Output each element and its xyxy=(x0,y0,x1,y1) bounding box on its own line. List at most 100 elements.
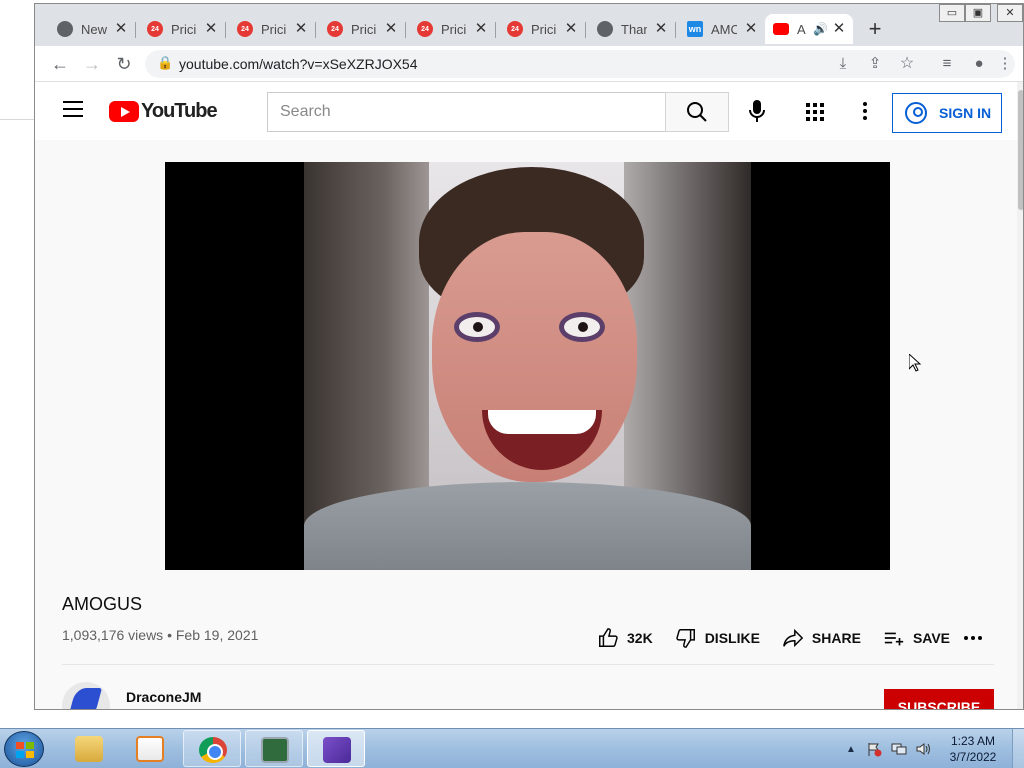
close-icon[interactable]: ✕ xyxy=(113,21,129,37)
tab-separator xyxy=(585,22,586,38)
start-button[interactable] xyxy=(4,731,44,767)
tab-label: New xyxy=(81,21,107,37)
chrome-icon xyxy=(57,21,73,37)
youtube-logo[interactable]: YouTube xyxy=(109,100,218,122)
close-icon[interactable]: ✕ xyxy=(653,21,669,37)
desktop-window-edge xyxy=(0,119,35,120)
reading-list-icon[interactable]: ≡ xyxy=(935,52,959,76)
show-desktop-button[interactable] xyxy=(1012,729,1024,768)
search-button[interactable] xyxy=(665,92,729,132)
youtube-play-icon xyxy=(109,100,139,122)
volume-icon[interactable] xyxy=(915,741,931,757)
show-hidden-icons-icon[interactable]: ▲ xyxy=(846,744,856,755)
minimize-button[interactable]: ▭ xyxy=(939,4,965,22)
speaker-icon[interactable]: 🔊 xyxy=(813,22,828,36)
chrome-icon xyxy=(199,737,227,763)
save-button[interactable]: SAVE xyxy=(883,627,950,649)
new-tab-button[interactable]: + xyxy=(863,17,887,41)
taskbar-visual-studio-installer[interactable] xyxy=(307,730,365,767)
taskbar-media-player[interactable] xyxy=(121,730,179,767)
search-field xyxy=(267,92,666,132)
taskbar-chrome[interactable] xyxy=(183,730,241,767)
install-app-icon[interactable]: ⤓ xyxy=(831,52,855,76)
tab-pricing-1[interactable]: 24 Pricir ✕ xyxy=(139,14,225,44)
subscribe-button[interactable]: SUBSCRIBE xyxy=(884,689,994,709)
red-24-icon: 24 xyxy=(417,21,433,37)
info-divider xyxy=(62,664,994,665)
video-player[interactable] xyxy=(165,162,890,570)
tab-pricing-2[interactable]: 24 Pricir ✕ xyxy=(229,14,315,44)
taskbar: ▲ 1:23 AM 3/7/2022 xyxy=(0,728,1024,768)
globe-icon xyxy=(597,21,613,37)
tab-pricing-5[interactable]: 24 Pricir ✕ xyxy=(499,14,585,44)
tab-label: Pricir xyxy=(441,21,467,37)
lock-icon: 🔒 xyxy=(157,55,174,70)
tab-pricing-4[interactable]: 24 Pricir ✕ xyxy=(409,14,495,44)
red-24-icon: 24 xyxy=(147,21,163,37)
close-icon[interactable]: ✕ xyxy=(203,21,219,37)
tab-separator xyxy=(135,22,136,38)
tab-label: Pricir xyxy=(351,21,377,37)
forward-icon[interactable]: → xyxy=(80,52,104,76)
tab-separator xyxy=(315,22,316,38)
close-icon[interactable]: ✕ xyxy=(383,21,399,37)
dislike-button[interactable]: DISLIKE xyxy=(675,627,760,649)
video-left-eye xyxy=(454,312,500,342)
view-count: 1,093,176 views xyxy=(62,627,164,643)
like-button[interactable]: 32K xyxy=(597,627,653,649)
microphone-icon[interactable] xyxy=(745,98,769,126)
red-24-icon: 24 xyxy=(327,21,343,37)
back-icon[interactable]: ← xyxy=(48,52,72,76)
profile-icon[interactable]: ● xyxy=(967,52,991,76)
tab-thanks[interactable]: Than ✕ xyxy=(589,14,675,44)
close-icon[interactable]: ✕ xyxy=(563,21,579,37)
share-button[interactable]: SHARE xyxy=(782,627,861,649)
apps-grid-icon[interactable] xyxy=(806,103,824,121)
wn-icon: wn xyxy=(687,21,703,37)
tab-separator xyxy=(225,22,226,38)
taskbar-task-manager[interactable] xyxy=(245,730,303,767)
playlist-add-icon xyxy=(884,632,904,646)
close-icon[interactable]: ✕ xyxy=(831,21,847,37)
video-title: AMOGUS xyxy=(62,594,143,614)
close-icon[interactable]: ✕ xyxy=(743,21,759,37)
tab-new[interactable]: New ✕ xyxy=(49,14,135,44)
account-circle-icon xyxy=(905,102,927,124)
system-clock[interactable]: 1:23 AM 3/7/2022 xyxy=(946,733,1000,765)
close-window-button[interactable]: ✕ xyxy=(997,4,1023,22)
tab-amogus-wn[interactable]: wn AMC ✕ xyxy=(679,14,765,44)
network-icon[interactable] xyxy=(891,741,907,757)
thumbs-down-icon xyxy=(676,629,695,648)
dislike-label: DISLIKE xyxy=(704,630,760,646)
restore-button[interactable]: ▣ xyxy=(965,4,991,22)
scrollbar-thumb[interactable] xyxy=(1018,90,1023,210)
browser-window: New ✕ 24 Pricir ✕ 24 Pricir ✕ 24 Pricir … xyxy=(34,3,1024,710)
settings-menu-icon[interactable] xyxy=(863,102,867,120)
browser-menu-icon[interactable]: ⋮ xyxy=(997,52,1013,76)
close-icon[interactable]: ✕ xyxy=(473,21,489,37)
channel-name[interactable]: DraconeJM xyxy=(126,689,201,705)
meta-separator: • xyxy=(167,627,176,643)
tab-label: A xyxy=(797,21,806,37)
tab-separator xyxy=(405,22,406,38)
video-meta: 1,093,176 views • Feb 19, 2021 xyxy=(62,627,258,643)
tab-youtube-active[interactable]: A 🔊 ✕ xyxy=(765,14,853,44)
browser-toolbar: ← → ↻ 🔒 youtube.com/watch?v=xSeXZRJOX54 … xyxy=(35,46,1023,82)
bookmark-star-icon[interactable]: ☆ xyxy=(895,52,919,76)
tab-strip: New ✕ 24 Pricir ✕ 24 Pricir ✕ 24 Pricir … xyxy=(35,4,1023,46)
mouse-cursor-icon xyxy=(909,354,921,372)
action-center-flag-icon[interactable] xyxy=(866,741,882,757)
close-icon[interactable]: ✕ xyxy=(293,21,309,37)
sign-in-button[interactable]: SIGN IN xyxy=(892,93,1002,133)
search-input[interactable] xyxy=(268,93,666,131)
visual-studio-icon xyxy=(323,737,351,763)
hamburger-menu-icon[interactable] xyxy=(63,101,83,117)
tab-label: Pricir xyxy=(531,21,557,37)
tab-separator xyxy=(675,22,676,38)
more-actions-icon[interactable] xyxy=(964,636,985,640)
tab-pricing-3[interactable]: 24 Pricir ✕ xyxy=(319,14,405,44)
reload-icon[interactable]: ↻ xyxy=(112,52,136,76)
page-scrollbar[interactable] xyxy=(1017,82,1023,709)
share-page-icon[interactable]: ⇪ xyxy=(863,52,887,76)
taskbar-explorer[interactable] xyxy=(60,730,118,767)
